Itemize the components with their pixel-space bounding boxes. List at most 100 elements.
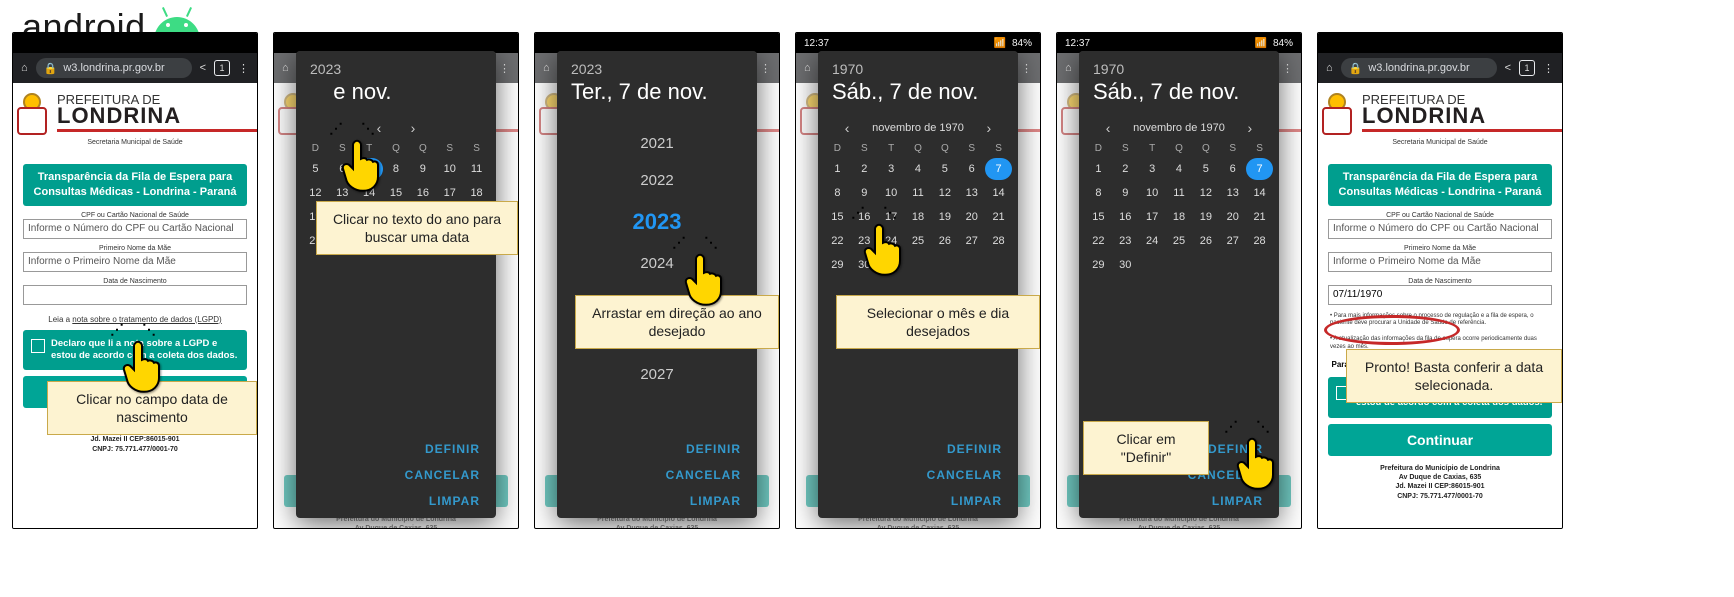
overflow-menu-icon[interactable]: ⋮ [499,62,510,75]
dp-year-option-2027[interactable]: 2027 [640,366,673,383]
dp-day-10[interactable]: 10 [1139,182,1166,204]
dp-day-8[interactable]: 8 [824,182,851,204]
mae-input[interactable]: Informe o Primeiro Nome da Mãe [23,252,247,272]
tab-count-icon[interactable]: 1 [214,60,230,76]
dp-year-option-2023[interactable]: 2023 [633,209,682,235]
data-input-filled[interactable]: 07/11/1970 [1328,285,1552,305]
dp-day-8[interactable]: 8 [1085,182,1112,204]
tab-count-icon[interactable]: 1 [1519,60,1535,76]
dp-day-11[interactable]: 11 [1166,182,1193,204]
home-icon[interactable]: ⌂ [21,62,28,74]
dp-day-13[interactable]: 13 [1219,182,1246,204]
dp-day-6[interactable]: 6 [1219,158,1246,180]
dp-day-7[interactable]: 7 [985,158,1012,180]
dp-day-18[interactable]: 18 [1166,206,1193,228]
share-icon[interactable]: < [1505,62,1511,74]
dp-day-6[interactable]: 6 [958,158,985,180]
dp-day-19[interactable]: 19 [931,206,958,228]
cancelar-button[interactable]: CANCELAR [834,468,1002,482]
dp-year-button[interactable]: 1970 [832,61,1004,77]
dp-year-option-2024[interactable]: 2024 [640,255,673,272]
dp-day-28[interactable]: 28 [1246,230,1273,252]
mae-input[interactable]: Informe o Primeiro Nome da Mãe [1328,252,1552,272]
dp-day-15[interactable]: 15 [1085,206,1112,228]
dp-day-16[interactable]: 16 [1112,206,1139,228]
chevron-right-icon[interactable]: › [404,119,422,137]
limpar-button[interactable]: LIMPAR [834,494,1002,508]
chevron-right-icon[interactable]: › [980,119,998,137]
dp-day-grid[interactable]: 1234567891011121314151617181920212223242… [818,154,1018,280]
cancelar-button[interactable]: CANCELAR [312,468,480,482]
dp-day-27[interactable]: 27 [958,230,985,252]
dp-day-22[interactable]: 22 [1085,230,1112,252]
cpf-input[interactable]: Informe o Número do CPF ou Cartão Nacion… [23,219,247,239]
dp-day-9[interactable]: 9 [1112,182,1139,204]
dp-day-19[interactable]: 19 [1192,206,1219,228]
dp-day-30[interactable]: 30 [1112,254,1139,276]
continuar-button[interactable]: Continuar [1328,424,1552,456]
dp-day-8[interactable]: 8 [383,158,410,180]
dp-year-option-2022[interactable]: 2022 [640,172,673,189]
dp-day-25[interactable]: 25 [1166,230,1193,252]
dp-day-12[interactable]: 12 [1192,182,1219,204]
home-icon[interactable]: ⌂ [804,62,811,74]
overflow-menu-icon[interactable]: ⋮ [1543,62,1554,75]
dp-day-14[interactable]: 14 [1246,182,1273,204]
chevron-left-icon[interactable]: ‹ [1099,119,1117,137]
dp-day-13[interactable]: 13 [958,182,985,204]
dp-day-21[interactable]: 21 [985,206,1012,228]
dp-day-10[interactable]: 10 [878,182,905,204]
dp-day-25[interactable]: 25 [905,230,932,252]
dp-day-5[interactable]: 5 [1192,158,1219,180]
dp-day-2[interactable]: 2 [1112,158,1139,180]
dp-day-26[interactable]: 26 [1192,230,1219,252]
dp-day-9[interactable]: 9 [851,182,878,204]
dp-day-21[interactable]: 21 [1246,206,1273,228]
dp-day-22[interactable]: 22 [824,230,851,252]
address-bar[interactable]: 🔒w3.londrina.pr.gov.br [1341,58,1497,78]
data-input[interactable] [23,285,247,305]
dp-day-28[interactable]: 28 [985,230,1012,252]
dp-day-20[interactable]: 20 [958,206,985,228]
chevron-left-icon[interactable]: ‹ [838,119,856,137]
dp-day-4[interactable]: 4 [1166,158,1193,180]
dp-day-29[interactable]: 29 [824,254,851,276]
dp-day-10[interactable]: 10 [436,158,463,180]
cpf-input[interactable]: Informe o Número do CPF ou Cartão Nacion… [1328,219,1552,239]
dp-day-17[interactable]: 17 [1139,206,1166,228]
definir-button[interactable]: DEFINIR [834,442,1002,456]
dp-day-5[interactable]: 5 [302,158,329,180]
dp-day-18[interactable]: 18 [905,206,932,228]
dp-day-2[interactable]: 2 [851,158,878,180]
dp-day-7[interactable]: 7 [1246,158,1273,180]
dp-day-5[interactable]: 5 [931,158,958,180]
home-icon[interactable]: ⌂ [543,62,550,74]
dp-day-1[interactable]: 1 [824,158,851,180]
dp-day-26[interactable]: 26 [931,230,958,252]
overflow-menu-icon[interactable]: ⋮ [238,62,249,75]
dp-day-29[interactable]: 29 [1085,254,1112,276]
cancelar-button[interactable]: CANCELAR [573,468,741,482]
chevron-right-icon[interactable]: › [1241,119,1259,137]
address-bar[interactable]: 🔒 w3.londrina.pr.gov.br [36,58,192,78]
share-icon[interactable]: < [200,62,206,74]
dp-day-3[interactable]: 3 [1139,158,1166,180]
dp-day-9[interactable]: 9 [409,158,436,180]
dp-day-20[interactable]: 20 [1219,206,1246,228]
dp-day-3[interactable]: 3 [878,158,905,180]
overflow-menu-icon[interactable]: ⋮ [760,62,771,75]
dp-year-option-2021[interactable]: 2021 [640,135,673,152]
definir-button[interactable]: DEFINIR [312,442,480,456]
dp-day-1[interactable]: 1 [1085,158,1112,180]
limpar-button[interactable]: LIMPAR [1095,494,1263,508]
home-icon[interactable]: ⌂ [282,62,289,74]
dp-year-button[interactable]: 2023 [571,61,743,77]
limpar-button[interactable]: LIMPAR [312,494,480,508]
dp-day-23[interactable]: 23 [1112,230,1139,252]
definir-button[interactable]: DEFINIR [573,442,741,456]
dp-day-24[interactable]: 24 [1139,230,1166,252]
dp-day-14[interactable]: 14 [985,182,1012,204]
dp-day-15[interactable]: 15 [824,206,851,228]
dp-day-12[interactable]: 12 [931,182,958,204]
dp-day-4[interactable]: 4 [905,158,932,180]
